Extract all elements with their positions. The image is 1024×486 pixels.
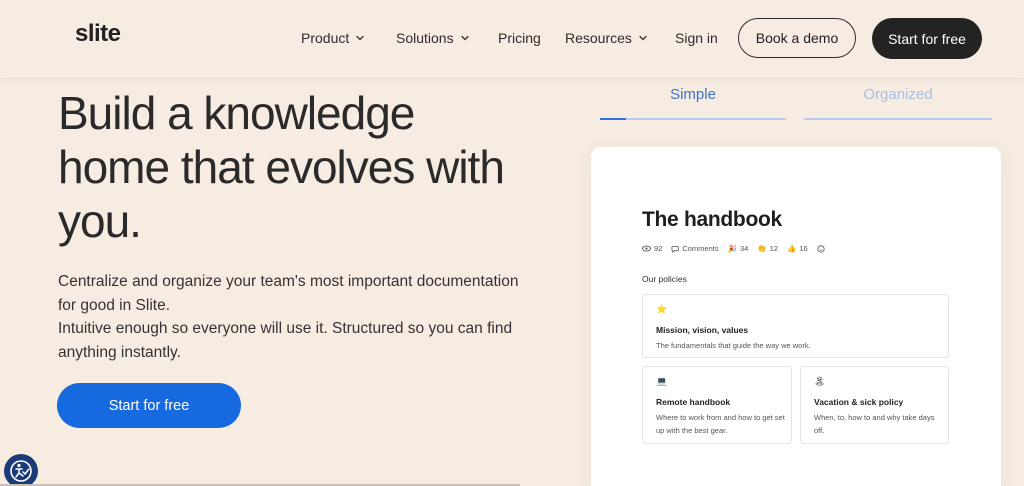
policy-description: Where to work from and how to get set up… <box>656 413 785 435</box>
book-demo-button[interactable]: Book a demo <box>738 18 856 58</box>
laptop-icon: 💻 <box>656 376 668 386</box>
add-reaction-button[interactable] <box>817 244 825 253</box>
star-icon: ⭐ <box>656 304 668 314</box>
accessibility-icon[interactable] <box>4 454 38 486</box>
nav-product-label: Product <box>301 30 350 46</box>
chevron-down-icon <box>460 35 469 41</box>
policy-title: Vacation & sick policy <box>814 397 904 407</box>
handbook-preview-card: The handbook 92 Comments 🎉 34 👏 12 👍 16 <box>591 147 1001 486</box>
nav-sign-in[interactable]: Sign in <box>675 30 718 46</box>
party-count: 34 <box>739 244 749 253</box>
clap-icon: 👏 <box>757 244 767 253</box>
top-navbar: slite Product Solutions Pricing Resource… <box>0 0 1024 78</box>
accessibility-glyph-icon <box>10 460 32 482</box>
thumbs-reaction[interactable]: 👍 16 <box>787 244 808 253</box>
nav-resources-label: Resources <box>565 30 632 46</box>
policies-section-label: Our policies <box>642 274 687 284</box>
hero-description-line-2: Intuitive enough so everyone will use it… <box>58 320 513 361</box>
nav-resources[interactable]: Resources <box>565 30 648 46</box>
island-icon: 🏝 <box>814 376 826 386</box>
tab-organized-track <box>804 118 992 120</box>
clap-count: 12 <box>769 244 778 253</box>
party-icon: 🎉 <box>727 244 737 253</box>
chevron-down-icon <box>639 35 647 41</box>
doc-title: The handbook <box>642 208 782 231</box>
hero-title: Build a knowledge home that evolves with… <box>58 87 505 247</box>
policy-card-vacation[interactable]: 🏝 Vacation & sick policy When, to, how t… <box>800 366 949 444</box>
policy-card-mission[interactable]: ⭐ Mission, vision, values The fundamenta… <box>642 294 949 358</box>
tab-simple[interactable]: Simple <box>600 86 786 103</box>
nav-sign-in-label: Sign in <box>675 30 718 46</box>
comment-icon <box>671 245 680 253</box>
tab-organized[interactable]: Organized <box>804 86 992 103</box>
nav-solutions[interactable]: Solutions <box>396 30 470 46</box>
policy-description: The fundamentals that guide the way we w… <box>656 341 811 350</box>
hero-description: Centralize and organize your team's most… <box>58 270 538 364</box>
nav-solutions-label: Solutions <box>396 30 454 46</box>
page: slite Product Solutions Pricing Resource… <box>0 0 1024 486</box>
start-free-nav-button[interactable]: Start for free <box>872 18 982 59</box>
add-emoji-icon <box>817 244 825 253</box>
views-count: 92 <box>654 244 663 253</box>
policy-description: When, to, how to and why take days off. <box>814 413 935 435</box>
nav-pricing-label: Pricing <box>498 30 541 46</box>
tab-simple-track <box>600 118 786 120</box>
eye-icon <box>642 245 651 252</box>
tab-simple-progress <box>600 118 626 120</box>
policy-title: Remote handbook <box>656 397 731 407</box>
policy-card-remote[interactable]: 💻 Remote handbook Where to work from and… <box>642 366 792 444</box>
nav-product[interactable]: Product <box>301 30 365 46</box>
views-stat: 92 <box>642 244 662 253</box>
nav-pricing[interactable]: Pricing <box>498 30 541 46</box>
comments-label: Comments <box>682 244 719 253</box>
doc-meta-bar: 92 Comments 🎉 34 👏 12 👍 16 <box>642 244 825 253</box>
start-free-hero-button[interactable]: Start for free <box>57 383 241 428</box>
slite-logo[interactable]: slite <box>75 20 121 48</box>
clap-reaction[interactable]: 👏 12 <box>757 244 778 253</box>
policy-title: Mission, vision, values <box>656 325 749 335</box>
comments-link[interactable]: Comments <box>671 244 719 253</box>
thumbs-up-icon: 👍 <box>786 244 797 253</box>
chevron-down-icon <box>356 35 364 41</box>
party-reaction[interactable]: 🎉 34 <box>728 244 749 253</box>
hero-description-line-1: Centralize and organize your team's most… <box>58 273 519 314</box>
thumbs-count: 16 <box>799 244 808 253</box>
